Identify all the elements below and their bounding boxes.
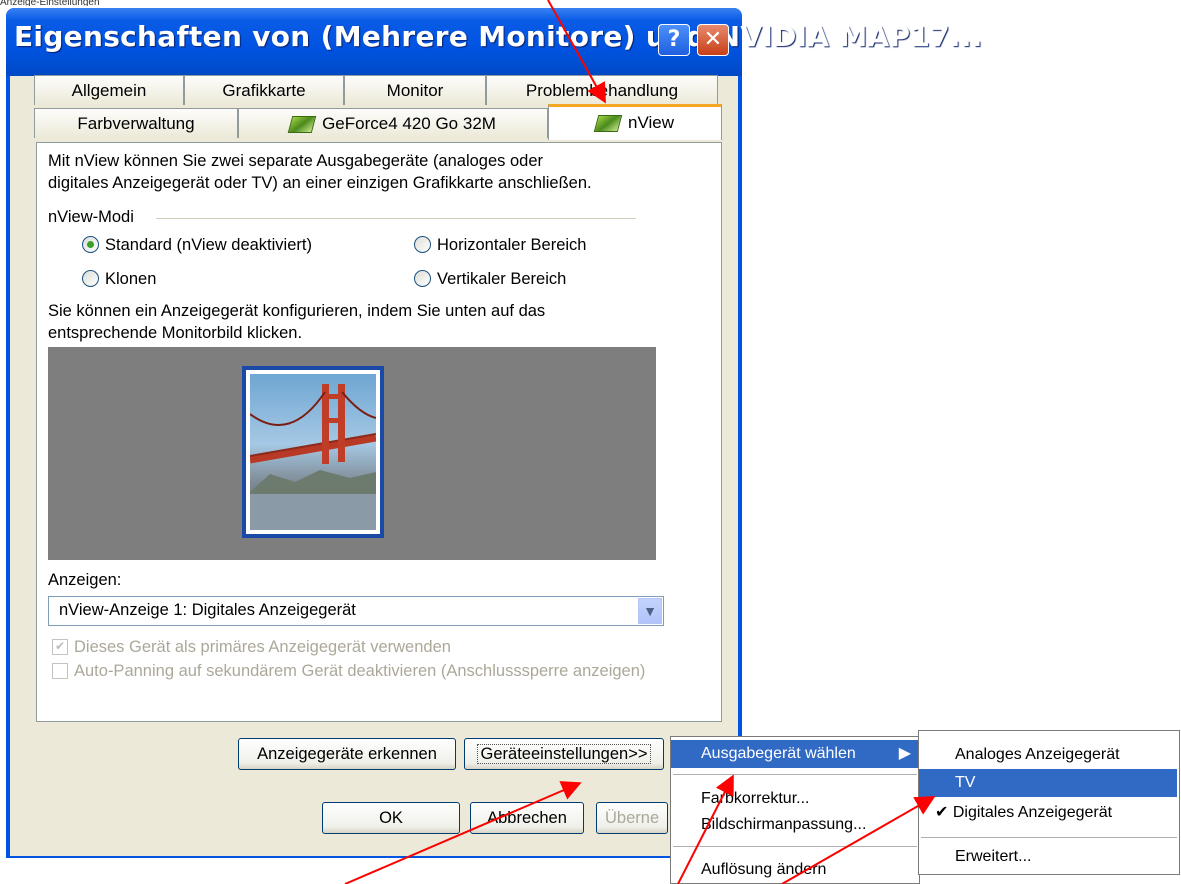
arrow-to-nview-tab [547,0,606,104]
annotation-arrows [344,0,936,884]
arrow-to-device-settings [344,781,582,884]
arrow-to-select-output [677,774,734,884]
arrow-to-tv [781,796,936,884]
